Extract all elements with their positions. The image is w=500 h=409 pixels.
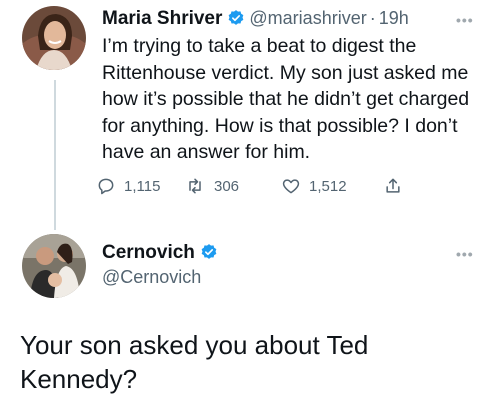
verified-badge-icon: [227, 9, 245, 32]
tweet1-action-bar: 1,115 306 1,512: [96, 172, 411, 200]
share-button[interactable]: [383, 176, 411, 196]
tweet1-timestamp[interactable]: 19h: [379, 8, 409, 28]
verified-badge-icon: [200, 243, 218, 266]
retweet-button[interactable]: 306: [184, 176, 281, 196]
tweet2-author-name[interactable]: Cernovich: [102, 242, 195, 263]
tweet1-header: Maria Shriver @mariashriver · 19h: [102, 8, 409, 32]
retweet-icon: [189, 178, 201, 194]
tweet2-header: Cernovich: [102, 242, 222, 266]
reply-button[interactable]: 1,115: [96, 176, 184, 196]
maria-shriver-avatar[interactable]: [22, 6, 86, 70]
reply-count: 1,115: [124, 177, 161, 195]
cernovich-avatar[interactable]: [22, 234, 86, 298]
tweet1-author-name[interactable]: Maria Shriver: [102, 8, 222, 29]
like-count: 1,512: [309, 177, 347, 195]
tweet2-handle[interactable]: @Cernovich: [102, 267, 201, 288]
retweet-count: 306: [214, 177, 240, 195]
tweet2-more-ellipsis-icon[interactable]: •••: [456, 246, 474, 262]
heart-icon: [282, 179, 300, 194]
tweet1-text: I’m trying to take a beat to digest the …: [102, 35, 470, 163]
thread-connector-line: [54, 80, 56, 230]
reply-icon: [98, 178, 114, 195]
tweet1-handle[interactable]: @mariashriver: [249, 8, 366, 28]
tweet2-text: Your son asked you about Ted Kennedy?: [20, 330, 369, 394]
share-icon: [386, 178, 400, 193]
tweet1-more-ellipsis-icon[interactable]: •••: [456, 12, 474, 28]
like-button[interactable]: 1,512: [281, 176, 383, 196]
tweet1-separator: ·: [369, 8, 376, 28]
